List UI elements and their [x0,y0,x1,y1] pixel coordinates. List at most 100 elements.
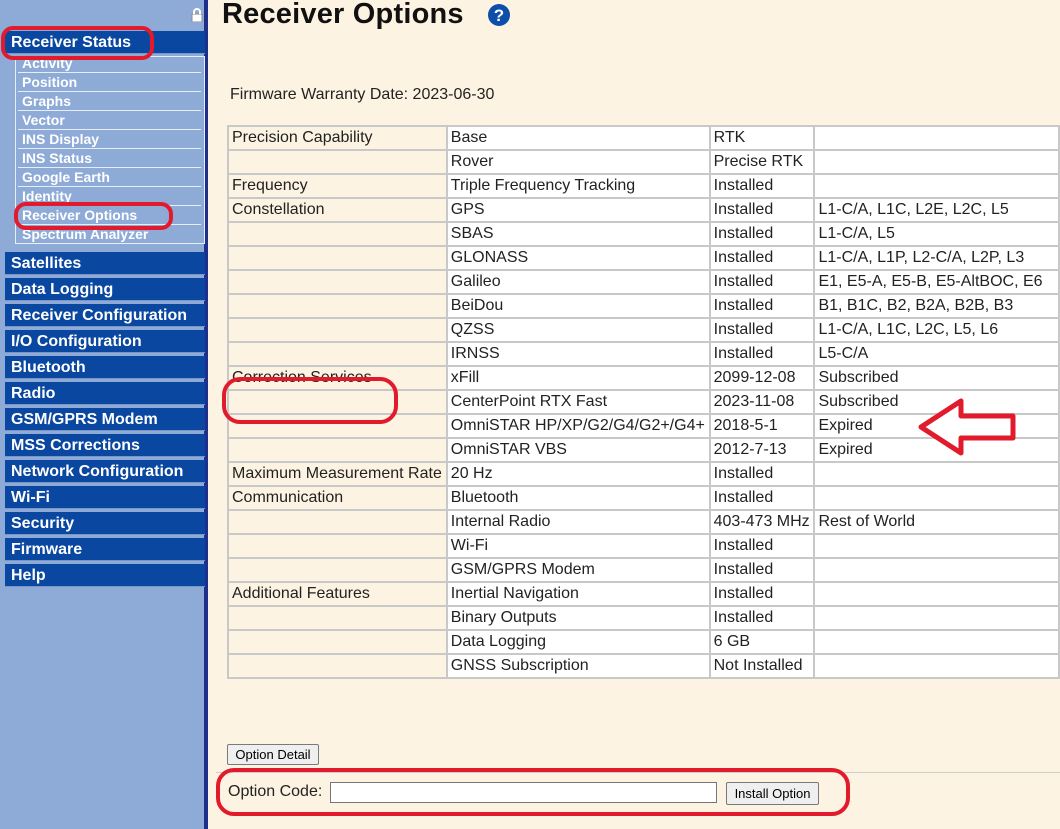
receiver-status-submenu: Activity Position Graphs Vector INS Disp… [15,56,205,244]
table-cell [813,533,1060,559]
table-cell: Internal Radio [445,509,711,535]
table-row: Wi-Fi Installed [227,533,1060,559]
table-cell: Triple Frequency Tracking [445,173,711,199]
nav-radio[interactable]: Radio [5,382,205,405]
table-cell: L1-C/A, L1C, L2E, L2C, L5 [813,197,1060,223]
table-cell [227,653,448,679]
nav-sub-ins-display[interactable]: INS Display [18,130,201,149]
table-row: QZSS Installed L1-C/A, L1C, L2C, L5, L6 [227,317,1060,343]
nav-satellites[interactable]: Satellites [5,252,205,275]
table-row: Maximum Measurement Rate 20 Hz Installed [227,461,1060,487]
table-cell [227,293,448,319]
nav-gsm-gprs-modem[interactable]: GSM/GPRS Modem [5,408,205,431]
table-cell [813,581,1060,607]
table-cell: Installed [708,533,816,559]
table-row: Precision Capability Base RTK [227,125,1060,151]
table-cell: OmniSTAR HP/XP/G2/G4/G2+/G4+ [445,413,711,439]
svg-text:?: ? [494,6,504,25]
table-cell [227,557,448,583]
table-cell: xFill [445,365,711,391]
option-code-input[interactable] [330,782,717,803]
table-cell [813,653,1060,679]
help-icon[interactable]: ? [487,3,511,27]
nav-sub-spectrum-analyzer[interactable]: Spectrum Analyzer [18,225,201,243]
sidebar-nav: Receiver Status Activity Position Graphs… [0,0,208,829]
nav-io-configuration[interactable]: I/O Configuration [5,330,205,353]
table-cell: Expired [813,437,1060,463]
nav-sub-receiver-options[interactable]: Receiver Options [18,206,201,225]
table-cell [227,389,448,415]
table-row: Additional Features Inertial Navigation In… [227,581,1060,607]
table-cell: 2099-12-08 [708,365,816,391]
table-cell: Communication [227,485,448,511]
table-cell: BeiDou [445,293,711,319]
table-cell: SBAS [445,221,711,247]
table-cell [813,485,1060,511]
divider [216,772,1060,773]
table-cell: Installed [708,485,816,511]
nav-security[interactable]: Security [5,512,205,535]
table-cell: Installed [708,221,816,247]
table-row: Rover Precise RTK [227,149,1060,175]
table-cell: Base [445,125,711,151]
table-cell [227,269,448,295]
receiver-options-table: Precision Capability Base RTK Rover Precise … [227,125,1060,679]
table-cell: GNSS Subscription [445,653,711,679]
nav-sub-google-earth[interactable]: Google Earth [18,168,201,187]
table-cell: Subscribed [813,389,1060,415]
table-row: SBAS Installed L1-C/A, L5 [227,221,1060,247]
table-cell [813,629,1060,655]
table-cell: E1, E5-A, E5-B, E5-AltBOC, E6 [813,269,1060,295]
table-row: GNSS Subscription Not Installed [227,653,1060,679]
nav-wi-fi[interactable]: Wi-Fi [5,486,205,509]
table-cell: Galileo [445,269,711,295]
table-cell [227,317,448,343]
table-row: OmniSTAR VBS 2012-7-13 Expired [227,437,1060,463]
table-cell [227,245,448,271]
table-cell [227,341,448,367]
table-cell [227,629,448,655]
option-detail-button[interactable]: Option Detail [227,744,319,765]
nav-receiver-status[interactable]: Receiver Status [5,31,205,54]
table-cell: Constellation [227,197,448,223]
table-cell: Correction Services [227,365,448,391]
nav-receiver-configuration[interactable]: Receiver Configuration [5,304,205,327]
table-cell: Data Logging [445,629,711,655]
table-row: CenterPoint RTX Fast 2023-11-08 Subscribed [227,389,1060,415]
nav-bluetooth[interactable]: Bluetooth [5,356,205,379]
nav-sub-ins-status[interactable]: INS Status [18,149,201,168]
nav-help[interactable]: Help [5,564,205,587]
table-cell: 403-473 MHz [708,509,816,535]
table-cell: IRNSS [445,341,711,367]
table-cell: 2018-5-1 [708,413,816,439]
table-cell: Installed [708,173,816,199]
table-cell: Maximum Measurement Rate [227,461,448,487]
table-cell [227,149,448,175]
table-cell [813,461,1060,487]
table-cell: Subscribed [813,365,1060,391]
nav-mss-corrections[interactable]: MSS Corrections [5,434,205,457]
page-title: Receiver Options [222,0,464,30]
table-cell: Rover [445,149,711,175]
table-cell [813,173,1060,199]
nav-sub-activity[interactable]: Activity [18,57,201,73]
nav-sub-position[interactable]: Position [18,73,201,92]
table-cell: Installed [708,293,816,319]
table-cell [813,125,1060,151]
nav-firmware[interactable]: Firmware [5,538,205,561]
table-row: Frequency Triple Frequency Tracking Instal… [227,173,1060,199]
table-cell [227,221,448,247]
install-option-button[interactable]: Install Option [726,782,819,805]
nav-network-configuration[interactable]: Network Configuration [5,460,205,483]
table-row: IRNSS Installed L5-C/A [227,341,1060,367]
table-row: GLONASS Installed L1-C/A, L1P, L2-C/A, L2P… [227,245,1060,271]
nav-sub-identity[interactable]: Identity [18,187,201,206]
nav-data-logging[interactable]: Data Logging [5,278,205,301]
table-cell: 6 GB [708,629,816,655]
nav-sub-graphs[interactable]: Graphs [18,92,201,111]
table-cell: OmniSTAR VBS [445,437,711,463]
nav-sub-vector[interactable]: Vector [18,111,201,130]
table-cell: L1-C/A, L1C, L2C, L5, L6 [813,317,1060,343]
table-cell: 2023-11-08 [708,389,816,415]
table-row: Internal Radio 403-473 MHz Rest of World [227,509,1060,535]
